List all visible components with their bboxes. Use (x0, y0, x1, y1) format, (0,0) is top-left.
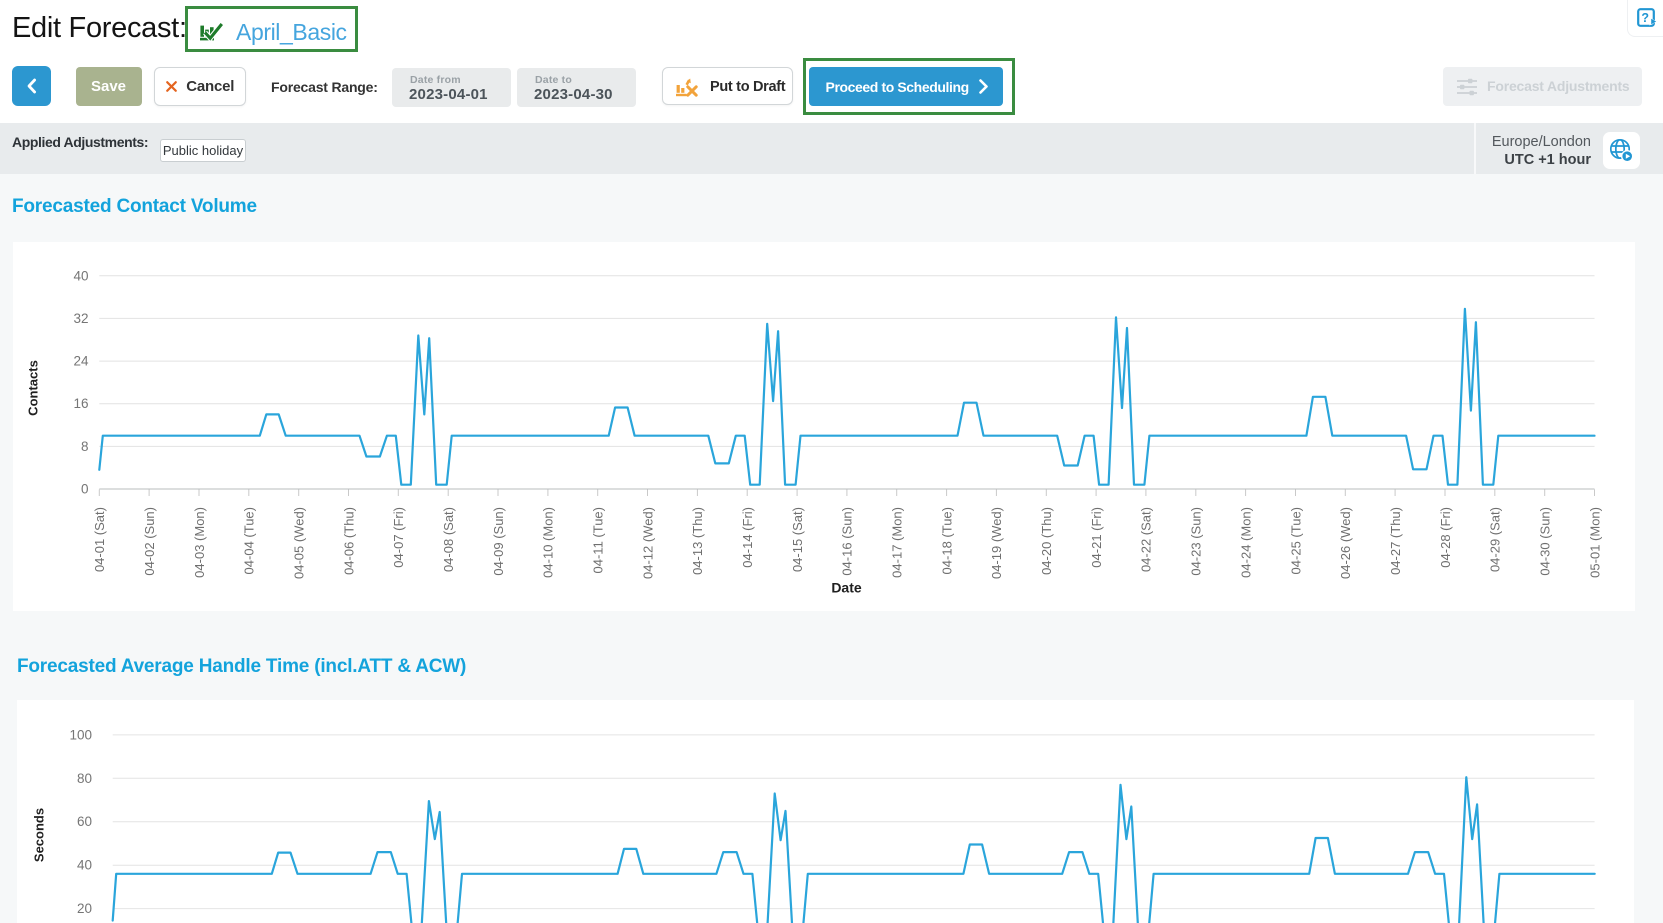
svg-text:80: 80 (77, 770, 92, 785)
svg-text:04-19 (Wed): 04-19 (Wed) (989, 507, 1004, 579)
svg-text:04-02 (Sun): 04-02 (Sun) (141, 507, 156, 576)
svg-text:04-06 (Thu): 04-06 (Thu) (341, 507, 356, 575)
svg-text:04-09 (Sun): 04-09 (Sun) (490, 507, 505, 576)
svg-text:04-14 (Fri): 04-14 (Fri) (740, 507, 755, 568)
svg-text:60: 60 (77, 814, 92, 829)
svg-text:04-17 (Mon): 04-17 (Mon) (889, 507, 904, 578)
svg-text:04-24 (Mon): 04-24 (Mon) (1238, 507, 1253, 578)
svg-text:04-27 (Thu): 04-27 (Thu) (1387, 507, 1402, 575)
svg-text:40: 40 (73, 268, 88, 283)
svg-text:04-10 (Mon): 04-10 (Mon) (540, 507, 555, 578)
svg-text:04-03 (Mon): 04-03 (Mon) (191, 507, 206, 578)
svg-text:20: 20 (77, 901, 92, 916)
svg-text:32: 32 (73, 311, 88, 326)
svg-text:04-18 (Tue): 04-18 (Tue) (939, 507, 954, 574)
svg-text:04-07 (Fri): 04-07 (Fri) (391, 507, 406, 568)
svg-text:40: 40 (77, 857, 92, 872)
svg-text:Date: Date (831, 580, 862, 596)
svg-text:04-28 (Fri): 04-28 (Fri) (1437, 507, 1452, 568)
svg-text:04-11 (Tue): 04-11 (Tue) (590, 507, 605, 573)
svg-text:04-16 (Sun): 04-16 (Sun) (839, 507, 854, 576)
svg-text:16: 16 (73, 396, 88, 411)
svg-text:Contacts: Contacts (25, 360, 40, 416)
svg-text:04-08 (Sat): 04-08 (Sat) (441, 507, 456, 572)
svg-text:04-25 (Tue): 04-25 (Tue) (1288, 507, 1303, 574)
svg-text:05-01 (Mon): 05-01 (Mon) (1587, 507, 1602, 578)
svg-text:8: 8 (80, 439, 88, 454)
svg-text:04-21 (Fri): 04-21 (Fri) (1088, 507, 1103, 568)
svg-text:04-05 (Wed): 04-05 (Wed) (291, 507, 306, 579)
svg-text:04-22 (Sat): 04-22 (Sat) (1138, 507, 1153, 572)
svg-text:04-01 (Sat): 04-01 (Sat) (92, 507, 107, 572)
svg-text:04-04 (Tue): 04-04 (Tue) (241, 507, 256, 574)
svg-text:04-30 (Sun): 04-30 (Sun) (1537, 507, 1552, 576)
svg-text:Seconds: Seconds (32, 807, 47, 861)
svg-text:100: 100 (69, 727, 92, 742)
svg-text:04-13 (Thu): 04-13 (Thu) (690, 507, 705, 575)
svg-text:04-29 (Sat): 04-29 (Sat) (1487, 507, 1502, 572)
svg-text:04-26 (Wed): 04-26 (Wed) (1338, 507, 1353, 579)
svg-text:0: 0 (80, 482, 88, 497)
svg-text:04-20 (Thu): 04-20 (Thu) (1039, 507, 1054, 575)
svg-text:24: 24 (73, 354, 89, 369)
svg-text:04-12 (Wed): 04-12 (Wed) (640, 507, 655, 579)
svg-text:04-15 (Sat): 04-15 (Sat) (789, 507, 804, 572)
svg-text:?: ? (1641, 11, 1649, 25)
svg-text:04-23 (Sun): 04-23 (Sun) (1188, 507, 1203, 576)
